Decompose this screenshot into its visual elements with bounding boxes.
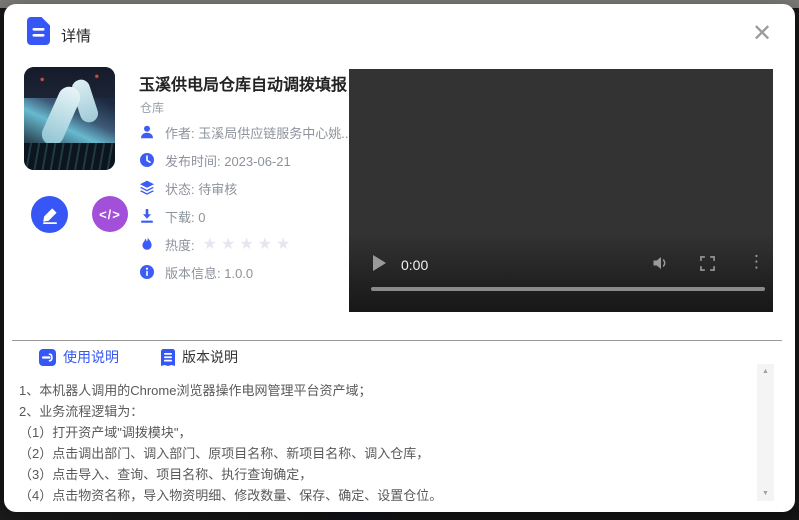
- video-progress-bar[interactable]: [371, 287, 765, 291]
- document-icon: [27, 17, 50, 50]
- clock-icon: [139, 152, 155, 168]
- code-button[interactable]: </>: [92, 196, 128, 232]
- tab-usage-notes-label: 使用说明: [63, 347, 119, 367]
- meta-status: 状态: 待审核: [139, 174, 351, 202]
- meta-publish-date-text: 发布时间: 2023-06-21: [165, 151, 291, 170]
- flame-icon: [139, 236, 155, 252]
- layers-icon: [139, 180, 155, 196]
- video-current-time: 0:00: [401, 257, 428, 273]
- tab-bar: 使用说明 版本说明: [39, 347, 280, 367]
- tab-usage-notes[interactable]: 使用说明: [39, 347, 119, 367]
- meta-author: 作者: 玉溪局供应链服务中心姚...: [139, 118, 351, 146]
- meta-publish-date: 发布时间: 2023-06-21: [139, 146, 351, 174]
- star-icon: ★: [221, 236, 239, 253]
- star-icon: ★: [258, 236, 276, 253]
- details-dialog: 详情 ✕ 玉溪供电局仓库自动调拨填报 仓库 作者: 玉溪局供应链服务中心姚...…: [4, 4, 795, 512]
- meta-version: 版本信息: 1.0.0: [139, 258, 351, 286]
- edit-icon: [40, 205, 60, 225]
- rating-stars[interactable]: ★★★★★: [203, 234, 295, 254]
- star-icon: ★: [203, 236, 221, 253]
- section-divider: [12, 340, 782, 341]
- scroll-down-icon[interactable]: ▼: [757, 486, 774, 501]
- user-icon: [139, 124, 155, 140]
- vertical-scrollbar[interactable]: ▲ ▼: [757, 364, 774, 501]
- code-icon: </>: [99, 207, 121, 222]
- item-thumbnail: [24, 67, 115, 170]
- star-icon: ★: [239, 236, 257, 253]
- instruction-line: 1、本机器人调用的Chrome浏览器操作电网管理平台资产域；: [19, 380, 749, 401]
- star-icon: ★: [276, 236, 294, 253]
- info-icon: [139, 264, 155, 280]
- meta-downloads: 下载: 0: [139, 202, 351, 230]
- dialog-title: 详情: [61, 25, 91, 46]
- video-player[interactable]: 0:00 ⋮: [349, 69, 773, 312]
- instruction-line: （2）点击调出部门、调入部门、原项目名称、新项目名称、调入仓库，: [19, 443, 749, 464]
- meta-downloads-text: 下载: 0: [165, 207, 205, 226]
- item-category: 仓库: [140, 99, 164, 116]
- volume-icon[interactable]: [652, 255, 670, 276]
- tab-version-notes-label: 版本说明: [182, 347, 238, 367]
- version-notes-icon: [161, 349, 175, 366]
- play-icon[interactable]: [373, 255, 386, 271]
- instruction-line: 2、业务流程逻辑为：: [19, 401, 749, 422]
- meta-popularity-label: 热度:: [165, 235, 195, 254]
- tab-version-notes[interactable]: 版本说明: [161, 347, 238, 367]
- meta-author-text: 作者: 玉溪局供应链服务中心姚...: [165, 123, 351, 142]
- fullscreen-icon[interactable]: [700, 256, 715, 276]
- meta-status-text: 状态: 待审核: [165, 179, 237, 198]
- download-icon: [139, 208, 155, 224]
- scroll-up-icon[interactable]: ▲: [757, 364, 774, 379]
- usage-notes-icon: [39, 349, 56, 366]
- edit-button[interactable]: [31, 196, 68, 233]
- instruction-line: （4）点击物资名称，导入物资明细、修改数量、保存、确定、设置仓位。: [19, 485, 749, 506]
- item-meta-list: 作者: 玉溪局供应链服务中心姚... 发布时间: 2023-06-21 状态: …: [139, 118, 351, 286]
- meta-popularity: 热度: ★★★★★: [139, 230, 351, 258]
- meta-version-text: 版本信息: 1.0.0: [165, 263, 253, 282]
- usage-instructions: 1、本机器人调用的Chrome浏览器操作电网管理平台资产域； 2、业务流程逻辑为…: [19, 380, 749, 506]
- instruction-line: （1）打开资产域"调拨模块"，: [19, 422, 749, 443]
- item-title: 玉溪供电局仓库自动调拨填报: [139, 71, 351, 95]
- more-options-icon[interactable]: ⋮: [748, 251, 765, 273]
- instruction-line: （3）点击导入、查询、项目名称、执行查询确定，: [19, 464, 749, 485]
- close-icon[interactable]: ✕: [746, 18, 778, 50]
